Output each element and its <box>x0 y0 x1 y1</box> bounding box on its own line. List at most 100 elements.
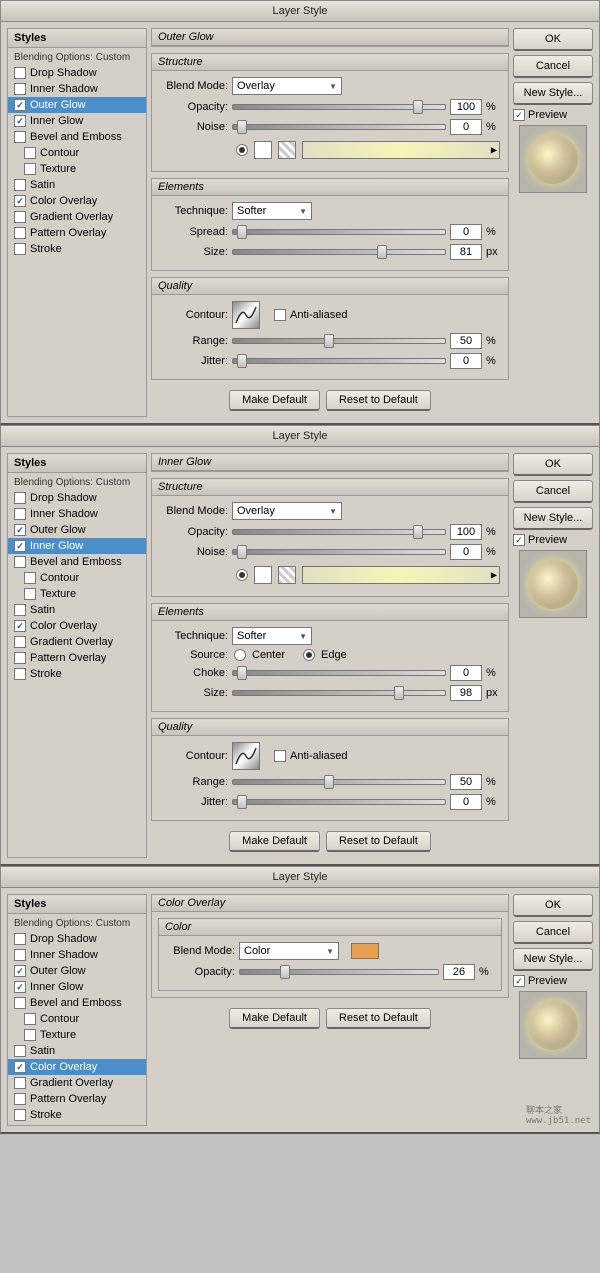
choke-value-2[interactable]: 0 <box>450 665 482 681</box>
color-opacity-slider[interactable] <box>239 969 439 975</box>
checkbox-inner-glow-1[interactable] <box>14 115 26 127</box>
jitter-slider-2[interactable] <box>232 799 446 805</box>
new-style-btn-2[interactable]: New Style... <box>513 507 593 530</box>
ok-btn-3[interactable]: OK <box>513 894 593 917</box>
spread-thumb-1[interactable] <box>237 225 247 239</box>
checkbox-satin-3[interactable] <box>14 1045 26 1057</box>
gradient-box-2[interactable]: ▶ <box>302 566 500 584</box>
checkbox-gradient-overlay-2[interactable] <box>14 636 26 648</box>
style-texture-2[interactable]: Texture <box>8 586 146 602</box>
new-style-btn-3[interactable]: New Style... <box>513 948 593 971</box>
style-outer-glow-2[interactable]: Outer Glow <box>8 522 146 538</box>
jitter-thumb-1[interactable] <box>237 354 247 368</box>
blending-options-3[interactable]: Blending Options: Custom <box>8 916 146 931</box>
checkbox-outer-glow-2[interactable] <box>14 524 26 536</box>
style-contour-2[interactable]: Contour <box>8 570 146 586</box>
checkbox-stroke-3[interactable] <box>14 1109 26 1121</box>
preview-check-2[interactable] <box>513 534 525 546</box>
style-stroke-3[interactable]: Stroke <box>8 1107 146 1123</box>
blending-options-1[interactable]: Blending Options: Custom <box>8 50 146 65</box>
style-inner-glow-2[interactable]: Inner Glow <box>8 538 146 554</box>
style-color-overlay-3[interactable]: Color Overlay <box>8 1059 146 1075</box>
checkbox-inner-glow-3[interactable] <box>14 981 26 993</box>
make-default-btn-1[interactable]: Make Default <box>229 390 320 411</box>
style-stroke-1[interactable]: Stroke <box>8 241 146 257</box>
spread-slider-1[interactable] <box>232 229 446 235</box>
jitter-thumb-2[interactable] <box>237 795 247 809</box>
contour-thumb-1[interactable] <box>232 301 260 329</box>
style-gradient-overlay-1[interactable]: Gradient Overlay <box>8 209 146 225</box>
contour-thumb-2[interactable] <box>232 742 260 770</box>
noise-value-2[interactable]: 0 <box>450 544 482 560</box>
checkbox-texture-2[interactable] <box>24 588 36 600</box>
style-bevel-emboss-2[interactable]: Bevel and Emboss <box>8 554 146 570</box>
noise-value-1[interactable]: 0 <box>450 119 482 135</box>
checkbox-drop-shadow-2[interactable] <box>14 492 26 504</box>
opacity-value-2[interactable]: 100 <box>450 524 482 540</box>
reset-btn-2[interactable]: Reset to Default <box>326 831 431 852</box>
size-value-1[interactable]: 81 <box>450 244 482 260</box>
make-default-btn-2[interactable]: Make Default <box>229 831 320 852</box>
opacity-slider-1[interactable] <box>232 104 446 110</box>
checkbox-texture-1[interactable] <box>24 163 36 175</box>
technique-dropdown-1[interactable]: Softer ▼ <box>232 202 312 220</box>
opacity-thumb-2[interactable] <box>413 525 423 539</box>
range-thumb-2[interactable] <box>324 775 334 789</box>
swatch-transparent-2[interactable] <box>278 566 296 584</box>
checkbox-contour-3[interactable] <box>24 1013 36 1025</box>
color-opacity-value[interactable]: 26 <box>443 964 475 980</box>
range-value-1[interactable]: 50 <box>450 333 482 349</box>
checkbox-outer-glow-1[interactable] <box>14 99 26 111</box>
checkbox-satin-2[interactable] <box>14 604 26 616</box>
range-slider-1[interactable] <box>232 338 446 344</box>
noise-slider-2[interactable] <box>232 549 446 555</box>
radio-solid-1[interactable] <box>236 144 248 156</box>
size-value-2[interactable]: 98 <box>450 685 482 701</box>
checkbox-texture-3[interactable] <box>24 1029 36 1041</box>
choke-slider-2[interactable] <box>232 670 446 676</box>
technique-dropdown-2[interactable]: Softer ▼ <box>232 627 312 645</box>
checkbox-outer-glow-3[interactable] <box>14 965 26 977</box>
checkbox-stroke-1[interactable] <box>14 243 26 255</box>
style-texture-1[interactable]: Texture <box>8 161 146 177</box>
checkbox-bevel-emboss-1[interactable] <box>14 131 26 143</box>
reset-btn-1[interactable]: Reset to Default <box>326 390 431 411</box>
jitter-slider-1[interactable] <box>232 358 446 364</box>
checkbox-drop-shadow-1[interactable] <box>14 67 26 79</box>
style-inner-shadow-1[interactable]: Inner Shadow <box>8 81 146 97</box>
jitter-value-1[interactable]: 0 <box>450 353 482 369</box>
anti-aliased-check-2[interactable] <box>274 750 286 762</box>
opacity-slider-2[interactable] <box>232 529 446 535</box>
style-inner-glow-1[interactable]: Inner Glow <box>8 113 146 129</box>
swatch-white-2[interactable] <box>254 566 272 584</box>
checkbox-bevel-emboss-3[interactable] <box>14 997 26 1009</box>
style-texture-3[interactable]: Texture <box>8 1027 146 1043</box>
swatch-white-1[interactable] <box>254 141 272 159</box>
size-thumb-1[interactable] <box>377 245 387 259</box>
color-swatch-orange[interactable] <box>351 943 379 959</box>
range-thumb-1[interactable] <box>324 334 334 348</box>
ok-btn-1[interactable]: OK <box>513 28 593 51</box>
spread-value-1[interactable]: 0 <box>450 224 482 240</box>
style-contour-1[interactable]: Contour <box>8 145 146 161</box>
size-slider-1[interactable] <box>232 249 446 255</box>
style-satin-3[interactable]: Satin <box>8 1043 146 1059</box>
checkbox-inner-shadow-3[interactable] <box>14 949 26 961</box>
style-outer-glow-1[interactable]: Outer Glow <box>8 97 146 113</box>
style-bevel-emboss-1[interactable]: Bevel and Emboss <box>8 129 146 145</box>
style-inner-shadow-3[interactable]: Inner Shadow <box>8 947 146 963</box>
checkbox-color-overlay-2[interactable] <box>14 620 26 632</box>
checkbox-bevel-emboss-2[interactable] <box>14 556 26 568</box>
checkbox-stroke-2[interactable] <box>14 668 26 680</box>
color-opacity-thumb[interactable] <box>280 965 290 979</box>
ok-btn-2[interactable]: OK <box>513 453 593 476</box>
cancel-btn-2[interactable]: Cancel <box>513 480 593 503</box>
style-drop-shadow-2[interactable]: Drop Shadow <box>8 490 146 506</box>
checkbox-color-overlay-1[interactable] <box>14 195 26 207</box>
checkbox-pattern-overlay-3[interactable] <box>14 1093 26 1105</box>
anti-aliased-check-1[interactable] <box>274 309 286 321</box>
size-slider-2[interactable] <box>232 690 446 696</box>
style-bevel-emboss-3[interactable]: Bevel and Emboss <box>8 995 146 1011</box>
style-inner-glow-3[interactable]: Inner Glow <box>8 979 146 995</box>
style-contour-3[interactable]: Contour <box>8 1011 146 1027</box>
